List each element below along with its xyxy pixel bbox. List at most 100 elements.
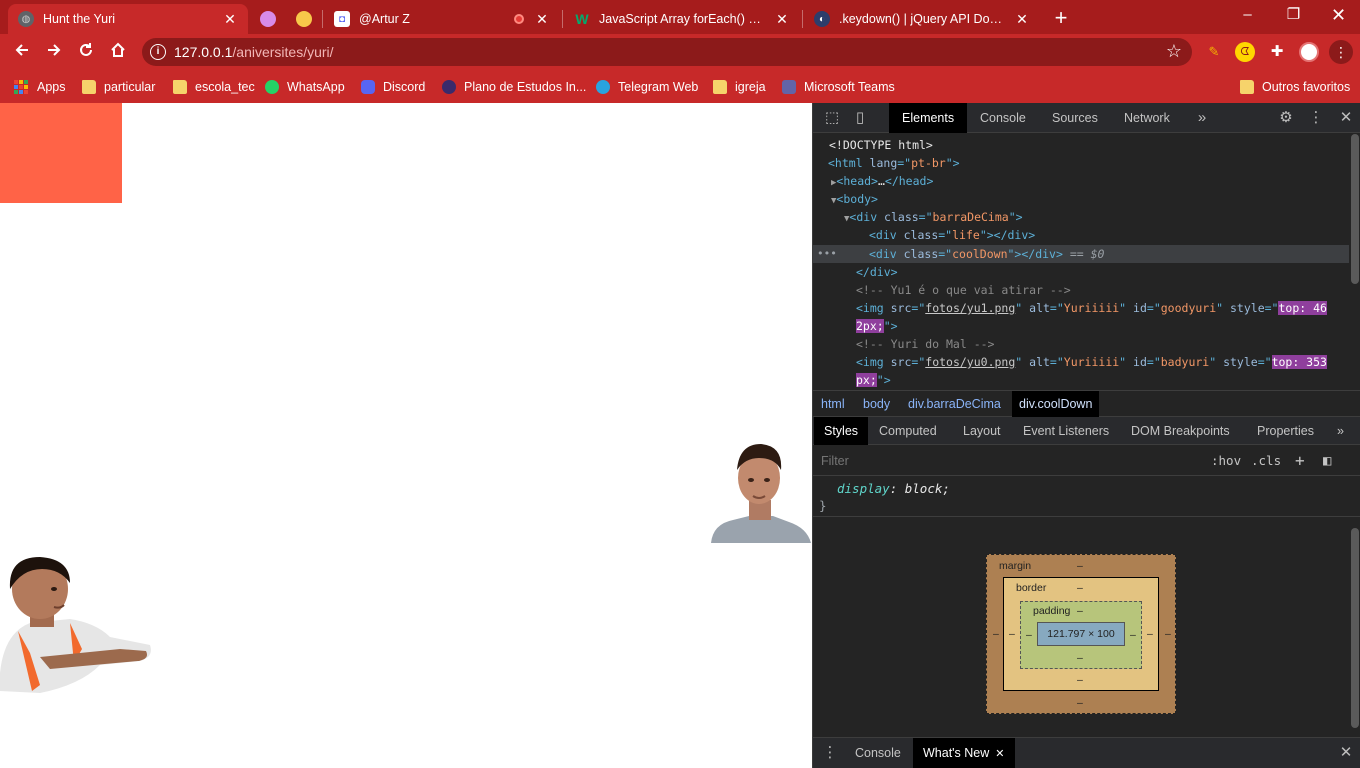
bookmark-igreja[interactable]: igreja: [713, 76, 766, 98]
dom-line-img-badyuri-wrap[interactable]: px;">: [813, 371, 1349, 389]
bookmark-outros-favoritos[interactable]: Outros favoritos: [1240, 76, 1350, 98]
device-toolbar-icon[interactable]: ▯: [849, 103, 871, 133]
home-button[interactable]: [104, 38, 132, 66]
pacman-extension-icon[interactable]: ᗧ: [1235, 42, 1255, 62]
drawer-tab-whats-new[interactable]: What's New ✕: [913, 738, 1015, 768]
close-icon[interactable]: ✕: [995, 748, 1004, 760]
bookmark-star-icon[interactable]: ☆: [1166, 41, 1182, 62]
maximize-button[interactable]: ❐: [1271, 0, 1316, 30]
browser-menu-icon[interactable]: ⋮: [1329, 40, 1353, 64]
close-icon[interactable]: ✕: [534, 11, 550, 28]
breadcrumb-body[interactable]: body: [856, 391, 897, 417]
toggle-sidebar-icon[interactable]: ◧: [1323, 446, 1331, 476]
bookmark-escola-tec[interactable]: escola_tec: [173, 76, 255, 98]
globe-icon: ◍: [18, 11, 34, 27]
bookmark-apps[interactable]: Apps: [14, 76, 66, 98]
address-bar[interactable]: i 127.0.0.1/aniversites/yuri/ ☆: [142, 38, 1192, 66]
drawer-close-icon[interactable]: ✕: [1335, 738, 1357, 768]
tab-strip: ◍ Hunt the Yuri ✕ ◘ @Artur Z ✕ W JavaScr…: [0, 0, 1360, 34]
drawer-menu-icon[interactable]: ⋮: [819, 738, 841, 768]
page-icon: [442, 80, 456, 94]
tab-pinned-1[interactable]: [250, 4, 284, 34]
tab-sources[interactable]: Sources: [1039, 103, 1111, 133]
bookmark-microsoft-teams[interactable]: Microsoft Teams: [782, 76, 895, 98]
dom-line-html[interactable]: <html lang="pt-br">: [813, 154, 1349, 172]
dom-line-div-life[interactable]: <div class="life"></div>: [813, 226, 1349, 244]
tab-artur-z[interactable]: ◘ @Artur Z ✕: [324, 4, 560, 34]
subtab-dom-breakpoints[interactable]: DOM Breakpoints: [1121, 417, 1240, 445]
forward-button[interactable]: [40, 38, 68, 66]
subtab-styles[interactable]: Styles: [814, 417, 869, 445]
settings-gear-icon[interactable]: ⚙: [1275, 103, 1297, 133]
dom-line-div-barradecima[interactable]: ▼<div class="barraDeCima">: [813, 208, 1349, 226]
close-icon[interactable]: ✕: [1014, 11, 1030, 28]
tab-jquery-keydown[interactable]: ◐ .keydown() | jQuery API Documentation …: [804, 4, 1040, 34]
inspect-element-icon[interactable]: ⬚: [821, 103, 843, 133]
close-icon[interactable]: ✕: [222, 11, 238, 28]
breadcrumb-html[interactable]: html: [814, 391, 852, 417]
dom-line-div-close[interactable]: </div>: [813, 263, 1349, 281]
devtools-close-icon[interactable]: ✕: [1335, 103, 1357, 133]
tab-javascript-foreach[interactable]: W JavaScript Array forEach() Method ✕: [564, 4, 800, 34]
dom-line-div-cooldown[interactable]: ••• <div class="coolDown"></div> == $0: [813, 245, 1349, 263]
tab-network[interactable]: Network: [1111, 103, 1183, 133]
tab-hunt-the-yuri[interactable]: ◍ Hunt the Yuri ✕: [8, 4, 248, 34]
bookmark-whatsapp[interactable]: WhatsApp: [265, 76, 345, 98]
styles-scrollbar[interactable]: [1351, 528, 1359, 728]
dom-line-body[interactable]: ▼<body>: [813, 190, 1349, 208]
back-button[interactable]: [8, 38, 36, 66]
tab-separator: [562, 10, 563, 28]
dom-line-img-badyuri[interactable]: <img src="fotos/yu0.png" alt="Yuriiiii" …: [813, 353, 1349, 371]
bookmark-particular[interactable]: particular: [82, 76, 155, 98]
new-style-rule-icon[interactable]: +: [1295, 446, 1305, 476]
class-toggle[interactable]: .cls: [1251, 446, 1281, 476]
browser-toolbar: i 127.0.0.1/aniversites/yuri/ ☆ ✎ ᗧ ✚ ⋮: [0, 34, 1360, 70]
dom-line-doctype[interactable]: <!DOCTYPE html>: [813, 136, 1349, 154]
style-rule-close-brace: }: [819, 498, 827, 513]
rainbow-extension-icon[interactable]: ✎: [1204, 42, 1224, 62]
dom-line-comment-2[interactable]: <!-- Yuri do Mal -->: [813, 335, 1349, 353]
subtab-event-listeners[interactable]: Event Listeners: [1013, 417, 1119, 445]
new-tab-button[interactable]: +: [1047, 5, 1075, 33]
style-declaration[interactable]: display: block;: [837, 481, 950, 496]
drawer-tab-console[interactable]: Console: [845, 738, 911, 768]
dom-line-comment-1[interactable]: <!-- Yu1 é o que vai atirar -->: [813, 281, 1349, 299]
extensions-puzzle-icon[interactable]: ✚: [1267, 42, 1287, 62]
dom-line-img-goodyuri[interactable]: <img src="fotos/yu1.png" alt="Yuriiiii" …: [813, 299, 1349, 317]
close-icon[interactable]: ✕: [774, 11, 790, 28]
more-tabs-icon[interactable]: »: [1191, 103, 1213, 133]
border-right-value: –: [1147, 628, 1153, 640]
box-model-border[interactable]: border – – – – padding – – – – 121.797 ×…: [1003, 577, 1159, 691]
bookmarks-bar: Apps particular escola_tec WhatsApp Disc…: [0, 70, 1360, 103]
devtools-panel: ⬚ ▯ Elements Console Sources Network » ⚙…: [812, 103, 1360, 768]
subtab-layout[interactable]: Layout: [953, 417, 1011, 445]
elements-scrollbar[interactable]: [1351, 134, 1359, 284]
box-model-content[interactable]: 121.797 × 100: [1037, 622, 1125, 646]
dom-line-img-goodyuri-wrap[interactable]: 2px;">: [813, 317, 1349, 335]
padding-label: padding: [1033, 605, 1071, 617]
styles-filter-input[interactable]: [817, 450, 1203, 472]
bookmark-plano-de-estudos[interactable]: Plano de Estudos In...: [442, 76, 586, 98]
subtab-computed[interactable]: Computed: [869, 417, 947, 445]
bookmark-telegram-web[interactable]: Telegram Web: [596, 76, 698, 98]
reload-button[interactable]: [72, 38, 100, 66]
tab-console[interactable]: Console: [967, 103, 1039, 133]
more-options-icon[interactable]: •••: [817, 245, 837, 263]
tab-pinned-2[interactable]: [286, 4, 320, 34]
bookmark-discord[interactable]: Discord: [361, 76, 425, 98]
info-icon[interactable]: i: [150, 44, 166, 60]
tab-elements[interactable]: Elements: [889, 103, 968, 133]
more-subtabs-icon[interactable]: »: [1327, 417, 1354, 445]
window-close-button[interactable]: ✕: [1316, 0, 1360, 30]
profile-avatar[interactable]: [1299, 42, 1319, 62]
breadcrumb-div-barradecima[interactable]: div.barraDeCima: [901, 391, 1008, 417]
dom-line-head[interactable]: ▶<head>…</head>: [813, 172, 1349, 190]
hover-state-toggle[interactable]: :hov: [1211, 446, 1241, 476]
breadcrumb-div-cooldown[interactable]: div.coolDown: [1012, 391, 1100, 417]
box-model-margin[interactable]: margin – – – – border – – – – padding – …: [986, 554, 1176, 714]
subtab-properties[interactable]: Properties: [1247, 417, 1324, 445]
box-model-padding[interactable]: padding – – – – 121.797 × 100: [1020, 601, 1142, 669]
folder-icon: [1240, 80, 1254, 94]
devtools-menu-icon[interactable]: ⋮: [1305, 103, 1327, 133]
minimize-button[interactable]: –: [1225, 0, 1270, 30]
